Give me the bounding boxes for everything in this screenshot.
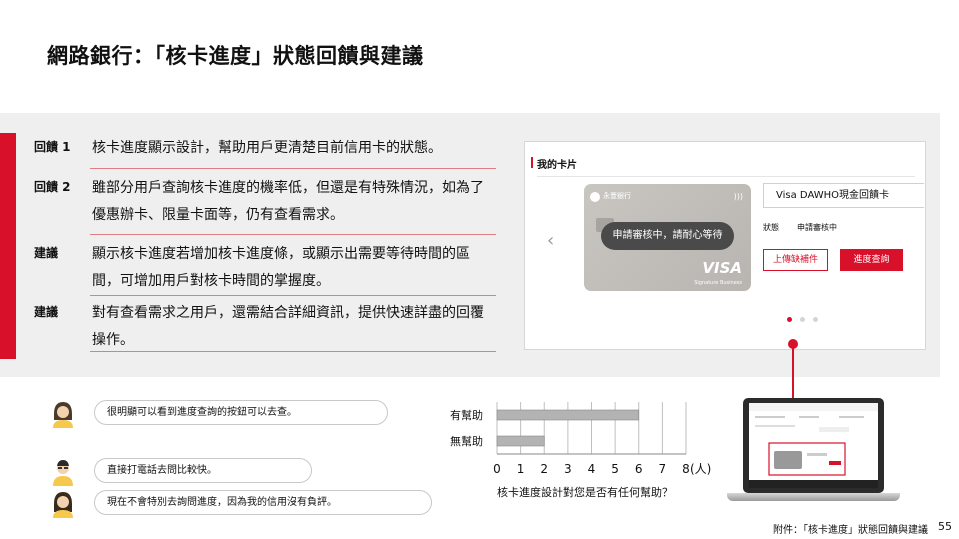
quote-bubble: 現在不會特別去詢問進度，因為我的信用沒有負評。 xyxy=(94,490,432,515)
x-unit-label: (人) xyxy=(690,462,711,476)
user-avatar-icon xyxy=(53,460,73,486)
x-tick-label: 2 xyxy=(540,462,548,476)
feedback-label: 回饋 2 xyxy=(34,180,71,194)
chevron-left-icon[interactable]: ‹ xyxy=(547,230,554,251)
card-name: Visa DAWHO現金回饋卡 xyxy=(763,183,924,208)
feedback-text: 顯示核卡進度若增加核卡進度條，或顯示出需要等待時間的區間，可增加用戶對核卡時間的… xyxy=(92,246,470,289)
category-label: 有幫助 xyxy=(450,408,483,422)
x-tick-label: 7 xyxy=(659,462,667,476)
feedback-text: 雖部分用戶查詢核卡進度的機率低，但還是有特殊情況，如為了優惠辦卡、限量卡面等，仍… xyxy=(92,180,484,223)
contactless-icon: ))) xyxy=(733,192,743,201)
upload-documents-button[interactable]: 上傳缺補件 xyxy=(763,249,828,271)
quote-bubble: 很明顯可以看到進度查詢的按鈕可以去查。 xyxy=(94,400,388,425)
accent-bar xyxy=(0,133,16,359)
helpfulness-bar-chart: 0 1 2 3 4 5 6 7 8 (人) 有幫助無幫助核卡進度設計對您是否有任何幫助？ xyxy=(450,402,711,499)
panel-heading: 我的卡片 xyxy=(531,156,577,171)
laptop-base xyxy=(727,493,900,501)
x-tick-label: 8 xyxy=(682,462,690,476)
bank-logo-icon xyxy=(590,192,600,202)
laptop-screen-content xyxy=(749,403,878,488)
status-value: 申請審核中 xyxy=(797,223,837,232)
divider xyxy=(90,168,496,169)
bar xyxy=(496,409,640,421)
bank-name: 永豐銀行 xyxy=(603,192,631,200)
user-avatar-icon xyxy=(53,402,73,428)
visa-subtitle: Signature Business xyxy=(694,280,742,286)
web-page-thumbnail xyxy=(749,403,878,488)
card-status-pill: 申請審核中，請耐心等待 xyxy=(601,222,734,250)
page-number: 55 xyxy=(938,520,952,533)
x-tick-label: 6 xyxy=(635,462,643,476)
footer-caption: 附件：「核卡進度」狀態回饋與建議 xyxy=(773,525,928,536)
x-tick-label: 0 xyxy=(493,462,501,476)
x-tick-label: 5 xyxy=(611,462,619,476)
bar xyxy=(496,435,545,447)
x-tick-label: 1 xyxy=(517,462,525,476)
carousel-dot[interactable] xyxy=(813,317,818,322)
progress-query-button[interactable]: 進度查詢 xyxy=(840,249,903,271)
laptop-illustration xyxy=(743,398,884,493)
page-title: 網路銀行：「核卡進度」狀態回饋與建議 xyxy=(47,44,424,68)
my-card-panel: 我的卡片 ‹ 永豐銀行 ))) 申請審核中，請耐心等待 VISA Signatu… xyxy=(524,141,926,350)
divider xyxy=(537,176,915,177)
user-avatar-icon xyxy=(53,492,73,518)
quote-bubble: 直接打電話去問比較快。 xyxy=(94,458,312,483)
feedback-label: 建議 xyxy=(34,305,59,319)
chart-question: 核卡進度設計對您是否有任何幫助？ xyxy=(497,485,673,499)
divider xyxy=(90,295,496,296)
x-tick-label: 3 xyxy=(564,462,572,476)
credit-card-image: 永豐銀行 ))) 申請審核中，請耐心等待 VISA Signature Busi… xyxy=(584,184,751,291)
feedback-text: 核卡進度顯示設計，幫助用戶更清楚目前信用卡的狀態。 xyxy=(92,140,442,156)
feedback-text: 對有查看需求之用戶，還需結合詳細資訊，提供快速詳盡的回覆操作。 xyxy=(92,305,484,348)
visa-logo: VISA xyxy=(702,259,742,277)
category-label: 無幫助 xyxy=(450,434,483,448)
feedback-label: 建議 xyxy=(34,246,59,260)
x-tick-label: 4 xyxy=(588,462,596,476)
carousel-dot[interactable] xyxy=(800,317,805,322)
carousel-dot[interactable] xyxy=(787,317,792,322)
divider xyxy=(90,234,496,235)
divider xyxy=(90,351,496,352)
status-label: 狀態 xyxy=(763,223,779,232)
feedback-label: 回饋 1 xyxy=(34,140,71,154)
connector-dot xyxy=(788,339,798,349)
